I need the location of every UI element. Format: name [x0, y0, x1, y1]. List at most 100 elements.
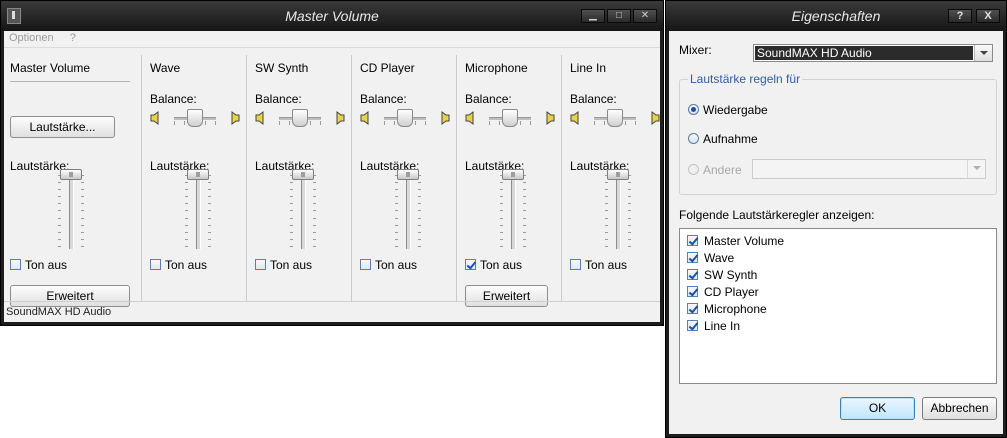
checkbox-checked-icon[interactable]: [687, 269, 698, 281]
list-item-label: Master Volume: [704, 233, 785, 248]
list-item[interactable]: Master Volume: [687, 233, 784, 250]
slider-thumb[interactable]: [607, 169, 629, 180]
checkbox-icon[interactable]: [570, 259, 581, 271]
column-separator: [561, 55, 562, 301]
balance-label: Balance:: [570, 92, 617, 106]
slider-thumb[interactable]: [397, 109, 413, 127]
volume-slider[interactable]: [601, 169, 635, 251]
slider-thumb[interactable]: [292, 109, 308, 127]
radio-icon[interactable]: [688, 133, 699, 145]
checkbox-checked-icon[interactable]: [687, 235, 698, 247]
speaker-left-icon: [360, 111, 372, 125]
channel-title: CD Player: [360, 61, 415, 75]
slider-thumb[interactable]: [187, 169, 209, 180]
balance-slider[interactable]: [255, 107, 345, 129]
list-item-label: SW Synth: [704, 267, 758, 282]
checkbox-icon[interactable]: [360, 259, 371, 271]
slider-thumb[interactable]: [397, 169, 419, 180]
channel-title: SW Synth: [255, 61, 309, 75]
slider-thumb[interactable]: [292, 169, 314, 180]
volume-slider[interactable]: [391, 169, 425, 251]
master-column-title: Master Volume: [10, 61, 91, 75]
checkbox-icon[interactable]: [255, 259, 266, 271]
mute-label: Ton aus: [375, 257, 418, 272]
radio-label: Aufnahme: [703, 131, 758, 146]
mixer-selected-value: SoundMAX HD Audio: [755, 46, 973, 60]
checkbox-checked-icon[interactable]: [465, 259, 476, 271]
balance-slider[interactable]: [150, 107, 240, 129]
close-button[interactable]: ✕: [633, 9, 657, 23]
chevron-down-icon[interactable]: [974, 45, 992, 61]
channel-column-microphone: Microphone Balance: Lautstärke: Ton aus …: [465, 48, 555, 307]
list-item-label: CD Player: [704, 284, 759, 299]
radio-wiedergabe[interactable]: Wiedergabe: [688, 102, 768, 117]
checkbox-checked-icon[interactable]: [687, 252, 698, 264]
mute-checkbox[interactable]: Ton aus: [465, 257, 522, 272]
mute-checkbox[interactable]: Ton aus: [150, 257, 207, 272]
list-item[interactable]: Microphone: [687, 301, 767, 318]
radio-disabled-icon: [688, 164, 699, 176]
speaker-left-icon: [150, 111, 162, 125]
balance-slider[interactable]: [360, 107, 450, 129]
mute-checkbox[interactable]: Ton aus: [570, 257, 627, 272]
slider-thumb[interactable]: [607, 109, 623, 127]
ok-button[interactable]: OK: [840, 397, 915, 420]
master-volume-window: Master Volume ▁ □ ✕ Optionen ? Master Vo…: [0, 0, 664, 326]
radio-selected-icon[interactable]: [688, 104, 699, 116]
title-bar[interactable]: Eigenschaften ? X: [666, 1, 1006, 31]
cancel-button[interactable]: Abbrechen: [922, 397, 997, 420]
list-item[interactable]: Line In: [687, 318, 740, 335]
menu-optionen[interactable]: Optionen: [4, 31, 54, 44]
title-bar[interactable]: Master Volume ▁ □ ✕: [1, 1, 663, 31]
list-item[interactable]: SW Synth: [687, 267, 757, 284]
volume-slider[interactable]: [181, 169, 215, 251]
checkbox-checked-icon[interactable]: [687, 320, 698, 332]
master-column: Master Volume Lautstärke... Lautstärke: …: [10, 48, 134, 307]
slider-thumb[interactable]: [187, 109, 203, 127]
master-volume-slider[interactable]: [54, 169, 88, 251]
list-item-label: Wave: [704, 250, 735, 265]
close-button[interactable]: X: [976, 9, 1000, 23]
list-label: Folgende Lautstärkeregler anzeigen:: [679, 208, 875, 222]
balance-slider[interactable]: [570, 107, 660, 129]
speaker-right-icon: [648, 111, 660, 125]
menu-help[interactable]: ?: [65, 31, 76, 44]
mixer-select[interactable]: SoundMAX HD Audio: [753, 44, 993, 62]
volume-slider[interactable]: [496, 169, 530, 251]
channel-column-sw-synth: SW Synth Balance: Lautstärke: Ton aus: [255, 48, 345, 301]
balance-slider[interactable]: [465, 107, 555, 129]
speaker-left-icon: [465, 111, 477, 125]
list-item[interactable]: Wave: [687, 250, 734, 267]
volume-controls-list[interactable]: Master Volume Wave SW Synth CD Player Mi…: [679, 228, 997, 384]
slider-thumb[interactable]: [502, 109, 518, 127]
checkbox-icon[interactable]: [10, 259, 21, 271]
group-title: Lautstärke regeln für: [688, 72, 803, 86]
volume-settings-button[interactable]: Lautstärke...: [10, 116, 115, 138]
speaker-right-icon: [438, 111, 450, 125]
mute-label: Ton aus: [270, 257, 313, 272]
menu-bar: Optionen ?: [4, 31, 660, 48]
speaker-right-icon: [333, 111, 345, 125]
channel-title: Line In: [570, 61, 607, 75]
maximize-button[interactable]: □: [607, 9, 631, 23]
list-item[interactable]: CD Player: [687, 284, 759, 301]
checkbox-checked-icon[interactable]: [687, 303, 698, 315]
slider-thumb[interactable]: [60, 169, 82, 180]
help-button[interactable]: ?: [948, 9, 972, 23]
balance-label: Balance:: [255, 92, 302, 106]
speaker-left-icon: [570, 111, 582, 125]
channel-column-line-in: Line In Balance: Lautstärke: Ton aus: [570, 48, 660, 301]
radio-label: Wiedergabe: [703, 102, 768, 117]
volume-slider[interactable]: [286, 169, 320, 251]
column-separator: [456, 55, 457, 301]
status-bar: SoundMAX HD Audio: [4, 301, 660, 322]
mute-checkbox[interactable]: Ton aus: [10, 257, 67, 272]
mixer-client-area: Optionen ? Master Volume Lautstärke... L…: [4, 31, 660, 322]
minimize-button[interactable]: ▁: [581, 9, 605, 23]
checkbox-icon[interactable]: [150, 259, 161, 271]
mute-checkbox[interactable]: Ton aus: [360, 257, 418, 272]
mute-checkbox[interactable]: Ton aus: [255, 257, 313, 272]
radio-aufnahme[interactable]: Aufnahme: [688, 131, 758, 146]
checkbox-checked-icon[interactable]: [687, 286, 698, 298]
slider-thumb[interactable]: [502, 169, 524, 180]
